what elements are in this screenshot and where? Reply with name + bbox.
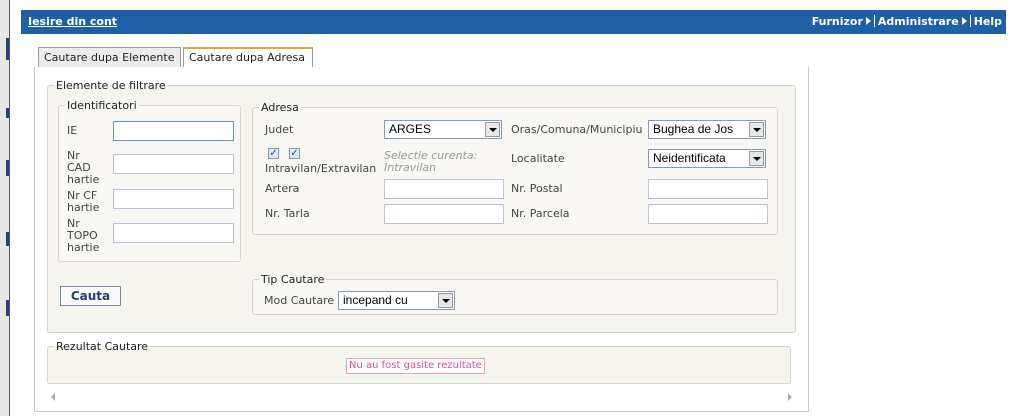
nr-postal-input[interactable] <box>648 179 768 199</box>
mod-cautare-select[interactable]: incepand cu <box>338 291 455 310</box>
judet-value: ARGES <box>389 122 432 136</box>
nr-tarla-label: Nr. Tarla <box>265 207 310 220</box>
artera-input[interactable] <box>384 179 504 199</box>
nr-cf-input[interactable] <box>113 189 234 209</box>
top-bar: Iesire din cont Furnizor Administrare Help <box>21 10 1006 34</box>
tab-cautare-elemente[interactable]: Cautare dupa Elemente <box>38 47 181 67</box>
cad-label-line3: hartie <box>67 173 100 186</box>
nr-tarla-input[interactable] <box>384 204 504 224</box>
intravilan-checkbox[interactable]: ✓ <box>268 148 279 159</box>
ie-label: IE <box>67 124 78 137</box>
oras-value: Bughea de Jos <box>653 122 734 136</box>
tip-cautare-legend: Tip Cautare <box>261 273 325 286</box>
rezultat-legend: Rezultat Cautare <box>56 340 149 353</box>
topo-label-line3: hartie <box>67 241 100 254</box>
nav-administrare[interactable]: Administrare <box>878 15 959 28</box>
chevron-down-icon <box>485 122 500 137</box>
mod-cautare-label: Mod Cautare <box>264 294 335 307</box>
nr-topo-input[interactable] <box>113 223 234 243</box>
identificatori-legend: Identificatori <box>67 99 137 112</box>
nr-cad-input[interactable] <box>113 154 234 174</box>
cauta-button[interactable]: Cauta <box>60 286 121 306</box>
localitate-select[interactable]: Neidentificata <box>648 149 766 168</box>
chevron-down-icon <box>749 151 764 166</box>
intravilan-label: Intravilan/Extravilan <box>265 162 377 175</box>
scroll-right-icon[interactable] <box>788 393 792 401</box>
chevron-down-icon <box>438 293 453 308</box>
selectie-curenta-value: Intravilan <box>384 161 437 174</box>
artera-label: Artera <box>265 182 300 195</box>
oras-select[interactable]: Bughea de Jos <box>648 120 766 139</box>
edge-marker <box>6 108 9 118</box>
filter-legend: Elemente de filtrare <box>56 79 166 92</box>
extravilan-checkbox[interactable]: ✓ <box>289 148 300 159</box>
edge-marker <box>6 38 9 60</box>
no-results-message: Nu au fost gasite rezultate <box>346 358 485 374</box>
nr-parcela-input[interactable] <box>648 204 768 224</box>
localitate-label: Localitate <box>511 152 565 165</box>
chevron-down-icon <box>749 122 764 137</box>
oras-label: Oras/Comuna/Municipiu <box>511 123 643 136</box>
nav-separator <box>969 15 971 27</box>
scroll-left-icon[interactable] <box>51 393 55 401</box>
edge-marker <box>6 300 9 316</box>
nav-furnizor[interactable]: Furnizor <box>812 15 863 28</box>
nav-separator <box>873 15 875 27</box>
top-nav: Furnizor Administrare Help <box>812 15 1002 28</box>
edge-marker <box>6 232 9 246</box>
nr-parcela-label: Nr. Parcela <box>511 207 570 220</box>
localitate-value: Neidentificata <box>653 151 726 165</box>
tab-cautare-adresa[interactable]: Cautare dupa Adresa <box>183 47 313 68</box>
ie-input[interactable] <box>113 121 234 141</box>
window-edge <box>0 0 10 416</box>
nav-help[interactable]: Help <box>974 15 1002 28</box>
logout-link[interactable]: Iesire din cont <box>28 15 117 28</box>
arrow-right-icon <box>961 17 967 25</box>
nr-postal-label: Nr. Postal <box>511 182 563 195</box>
cf-label-line2: hartie <box>67 201 100 214</box>
edge-marker <box>6 160 9 176</box>
mod-cautare-value: incepand cu <box>343 293 408 307</box>
arrow-right-icon <box>865 17 871 25</box>
judet-select[interactable]: ARGES <box>384 120 502 139</box>
adresa-legend: Adresa <box>261 101 299 114</box>
judet-label: Judet <box>265 123 294 136</box>
horizontal-scrollbar[interactable] <box>47 390 796 404</box>
